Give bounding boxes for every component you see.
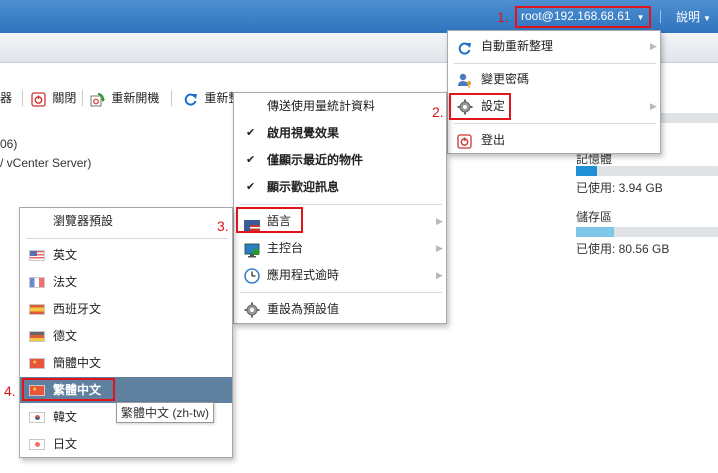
- chevron-right-icon: ▶: [436, 270, 443, 280]
- menu-item-label: 登出: [481, 133, 506, 147]
- gear-icon: [244, 301, 260, 327]
- clock-icon: [244, 267, 260, 293]
- storage-bar: [576, 227, 718, 237]
- shutdown-icon: [31, 92, 46, 107]
- us-flag-icon: [29, 250, 45, 261]
- toolbar-partial-item[interactable]: 器: [0, 88, 12, 108]
- language-option-de[interactable]: 德文: [20, 323, 232, 349]
- language-label: 法文: [53, 275, 78, 289]
- shutdown-button[interactable]: 關閉: [31, 88, 76, 108]
- menu-divider: [240, 204, 442, 205]
- highlight-box-settings: [449, 93, 511, 120]
- kr-flag-icon: [29, 412, 45, 423]
- menu-item-label: 應用程式逾時: [267, 268, 340, 282]
- refresh-icon: [183, 92, 197, 106]
- menu-item-label: 顯示歡迎訊息: [267, 180, 340, 194]
- menu-item-label: 傳送使用量統計資料: [267, 99, 376, 113]
- menu-item-label: 重設為預設值: [267, 302, 340, 316]
- menu-item-welcome-message[interactable]: ✔ 顯示歡迎訊息: [234, 174, 446, 200]
- es-flag-icon: [29, 304, 45, 315]
- language-label: 西班牙文: [53, 302, 102, 316]
- menu-item-label: 變更密碼: [481, 72, 530, 86]
- language-label: 英文: [53, 248, 78, 262]
- language-option-ja[interactable]: 日文: [20, 431, 232, 457]
- step-label-3: 3.: [217, 218, 229, 234]
- chevron-right-icon: ▶: [650, 101, 657, 111]
- jp-flag-icon: [29, 439, 45, 450]
- memory-used: 已使用: 3.94 GB: [576, 181, 663, 195]
- help-label: 說明: [676, 10, 701, 24]
- toolbar-divider: [82, 90, 83, 106]
- menu-item-send-usage-stats[interactable]: 傳送使用量統計資料: [234, 93, 446, 119]
- step-label-4: 4.: [4, 383, 16, 399]
- chevron-right-icon: ▶: [436, 216, 443, 226]
- menu-item-logout[interactable]: 登出: [448, 127, 660, 153]
- restart-button[interactable]: 重新開機: [90, 88, 159, 108]
- menu-item-auto-refresh[interactable]: 自動重新整理 ▶: [448, 33, 660, 59]
- language-tooltip: 繁體中文 (zh-tw): [116, 402, 214, 423]
- storage-used: 已使用: 80.56 GB: [576, 242, 670, 256]
- toolbar-partial-label: 器: [0, 91, 13, 105]
- check-icon: ✔: [246, 181, 256, 193]
- check-icon: ✔: [246, 127, 256, 139]
- language-label: 德文: [53, 329, 78, 343]
- host-info-line1: 06): [0, 137, 18, 151]
- menu-item-reset-defaults[interactable]: 重設為預設值: [234, 296, 446, 322]
- menu-divider: [454, 123, 656, 124]
- language-label: 日文: [53, 437, 78, 451]
- topbar-divider: [660, 10, 661, 23]
- highlight-box-user: [515, 6, 651, 28]
- menu-divider: [240, 292, 442, 293]
- language-label: 韓文: [53, 410, 78, 424]
- step-label-1: 1.: [497, 9, 509, 25]
- menu-item-label: 僅顯示最近的物件: [267, 153, 364, 167]
- host-info-line2: / vCenter Server): [0, 156, 92, 170]
- storage-bar-fill: [576, 227, 615, 237]
- memory-bar: [576, 166, 718, 176]
- menu-item-label: 自動重新整理: [481, 39, 554, 53]
- user-dropdown-menu: 自動重新整理 ▶ 變更密碼 設定 ▶ 登出: [447, 30, 661, 154]
- menu-item-visual-effects[interactable]: ✔ 啟用視覺效果: [234, 120, 446, 146]
- storage-title: 儲存區: [576, 210, 613, 224]
- language-option-fr[interactable]: 法文: [20, 269, 232, 295]
- menu-item-label: 啟用視覺效果: [267, 126, 340, 140]
- chevron-down-icon: ▼: [703, 14, 711, 23]
- menu-item-change-password[interactable]: 變更密碼: [448, 66, 660, 92]
- chevron-right-icon: ▶: [436, 243, 443, 253]
- check-icon: ✔: [246, 154, 256, 166]
- menu-item-console[interactable]: 主控台 ▶: [234, 235, 446, 261]
- menu-item-app-timeout[interactable]: 應用程式逾時 ▶: [234, 262, 446, 288]
- menu-item-label: 主控台: [267, 241, 304, 255]
- restart-icon: [90, 92, 105, 107]
- help-menu-button[interactable]: 說明 ▼: [676, 8, 711, 25]
- menu-divider: [26, 238, 228, 239]
- shutdown-label: 關閉: [52, 91, 77, 105]
- de-flag-icon: [29, 331, 45, 342]
- fr-flag-icon: [29, 277, 45, 288]
- cn-flag-icon: ★: [29, 358, 45, 369]
- toolbar-divider: [22, 90, 23, 106]
- language-option-en[interactable]: 英文: [20, 242, 232, 268]
- logout-icon: [457, 132, 472, 158]
- menu-divider: [454, 63, 656, 64]
- step-label-2: 2.: [432, 104, 444, 120]
- language-option-zh-cn[interactable]: ★ 簡體中文: [20, 350, 232, 376]
- toolbar-divider: [171, 90, 172, 106]
- menu-item-browser-default[interactable]: 瀏覽器預設: [20, 208, 232, 234]
- language-label: 簡體中文: [53, 356, 102, 370]
- restart-label: 重新開機: [111, 91, 160, 105]
- refresh-button[interactable]: 重新整: [183, 88, 240, 108]
- highlight-box-traditional-chinese: [22, 378, 115, 401]
- refresh-icon: [457, 39, 472, 65]
- menu-item-recent-objects-only[interactable]: ✔ 僅顯示最近的物件: [234, 147, 446, 173]
- menu-item-label: 瀏覽器預設: [53, 214, 114, 228]
- chevron-right-icon: ▶: [650, 41, 657, 51]
- highlight-box-language: [236, 207, 303, 233]
- language-option-es[interactable]: 西班牙文: [20, 296, 232, 322]
- memory-bar-fill: [576, 166, 598, 176]
